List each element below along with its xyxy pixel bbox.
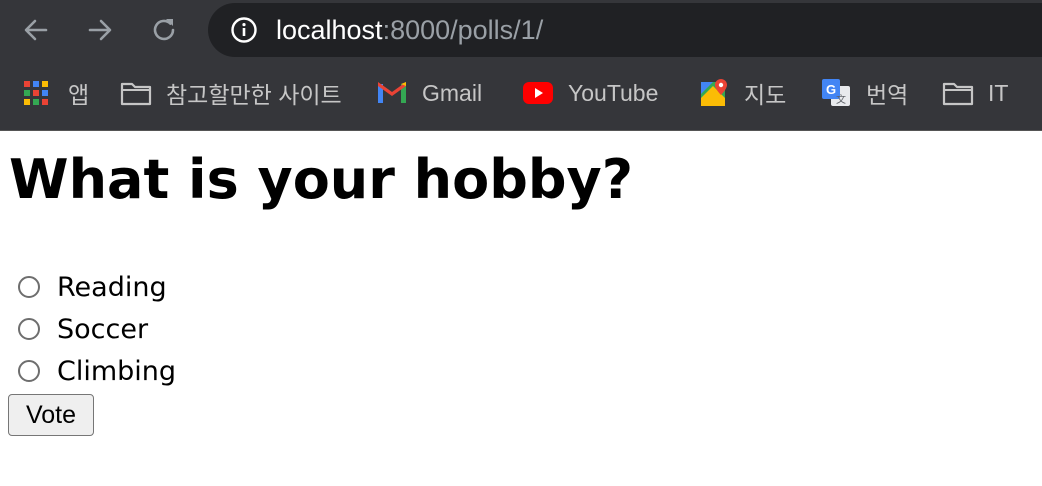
choice-radio[interactable]	[18, 318, 40, 340]
choice-climbing[interactable]: Climbing	[18, 351, 176, 391]
svg-text:文: 文	[836, 93, 846, 106]
arrow-right-icon	[88, 19, 112, 41]
maps-icon	[698, 77, 730, 109]
bookmark-label: 번역	[866, 82, 909, 108]
translate-icon: G 文	[820, 77, 852, 109]
url-text[interactable]: localhost:8000/polls/1/	[276, 13, 543, 47]
forward-button[interactable]	[82, 12, 118, 48]
url-host: localhost	[276, 15, 383, 45]
bookmarks-bar: 앱 참고할만한 사이트 Gmail YouTube 지도 G 文 번역 IT	[0, 70, 1042, 116]
bookmark-apps[interactable]: 앱	[20, 70, 89, 116]
arrow-left-icon	[24, 19, 48, 41]
gmail-icon	[376, 77, 408, 109]
choice-soccer[interactable]: Soccer	[18, 309, 148, 349]
folder-icon	[120, 77, 152, 109]
folder-icon	[942, 77, 974, 109]
bookmark-label: Gmail	[422, 79, 483, 106]
bookmark-label: IT	[988, 79, 1009, 106]
choice-label: Climbing	[57, 355, 177, 387]
reload-button[interactable]	[146, 12, 182, 48]
bookmark-label: YouTube	[568, 79, 659, 106]
url-path: :8000/polls/1/	[382, 15, 544, 45]
vote-button[interactable]: Vote	[8, 394, 94, 436]
back-button[interactable]	[18, 12, 54, 48]
youtube-icon	[522, 77, 554, 109]
choice-radio[interactable]	[18, 276, 40, 298]
bookmark-folder-it[interactable]: IT	[942, 70, 1008, 116]
bookmark-youtube[interactable]: YouTube	[522, 70, 658, 116]
apps-grid-icon	[20, 77, 52, 109]
choice-label: Soccer	[57, 313, 149, 345]
bookmark-folder-reference-sites[interactable]: 참고할만한 사이트	[120, 70, 342, 116]
svg-text:G: G	[826, 82, 836, 97]
bookmark-label: 앱	[68, 82, 90, 108]
bookmark-maps[interactable]: 지도	[698, 70, 786, 116]
reload-icon	[153, 19, 175, 41]
browser-chrome: localhost:8000/polls/1/ 앱 참고할만한 사이트 Gmai…	[0, 0, 1042, 131]
bookmark-label: 참고할만한 사이트	[166, 82, 342, 108]
choice-label: Reading	[57, 271, 167, 303]
poll-question: What is your hobby?	[9, 148, 634, 211]
choice-reading[interactable]: Reading	[18, 267, 167, 307]
site-info-icon[interactable]	[230, 16, 258, 44]
page-content: What is your hobby? Reading Soccer Climb…	[0, 131, 1042, 486]
bookmark-translate[interactable]: G 文 번역	[820, 70, 908, 116]
address-bar[interactable]: localhost:8000/polls/1/	[208, 3, 1042, 57]
bookmark-label: 지도	[744, 82, 787, 108]
bookmark-gmail[interactable]: Gmail	[376, 70, 482, 116]
choice-radio[interactable]	[18, 360, 40, 382]
